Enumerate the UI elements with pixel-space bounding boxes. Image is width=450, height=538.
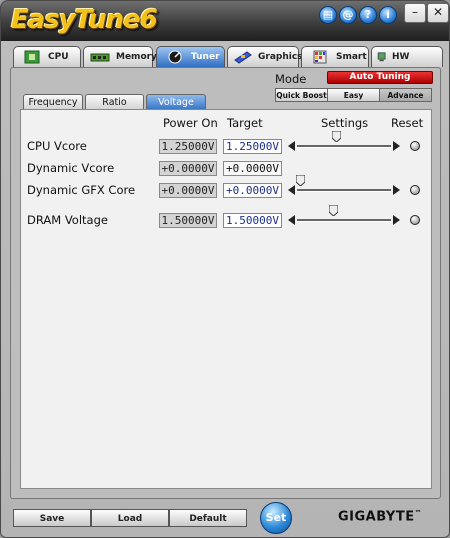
hw-monitor-icon bbox=[377, 52, 386, 62]
cpu-vcore-target-input[interactable]: 1.25000V bbox=[223, 139, 282, 154]
mode-easy-button[interactable]: Easy bbox=[327, 88, 380, 102]
tab-smart-label: Smart bbox=[336, 52, 367, 62]
dram-voltage-increase-arrow-icon[interactable] bbox=[393, 215, 400, 225]
cpu-vcore-slider-thumb[interactable] bbox=[331, 131, 341, 142]
document-icon[interactable]: ▤ bbox=[319, 6, 337, 24]
cpu-vcore-power-on-value: 1.25000V bbox=[159, 139, 217, 154]
graphics-card-icon bbox=[234, 51, 252, 64]
auto-tuning-button[interactable]: Auto Tuning bbox=[327, 71, 433, 84]
tab-tuner[interactable]: Tuner bbox=[156, 46, 225, 67]
cpu-vcore-increase-arrow-icon[interactable] bbox=[393, 141, 400, 151]
tab-memory[interactable]: Memory bbox=[83, 46, 157, 67]
cpu-chip-icon bbox=[24, 50, 40, 64]
minimize-button[interactable]: – bbox=[404, 3, 426, 23]
dynamic-gfx-core-target-input[interactable]: +0.0000V bbox=[223, 183, 282, 198]
column-power-on: Power On bbox=[163, 116, 218, 130]
trademark-mark: ™ bbox=[414, 509, 423, 517]
dram-voltage-target-input[interactable]: 1.50000V bbox=[223, 213, 282, 228]
subtab-frequency[interactable]: Frequency bbox=[23, 94, 83, 109]
tab-hw-monitor[interactable]: HW Monitor bbox=[371, 46, 443, 83]
tuner-gauge-icon bbox=[168, 50, 182, 64]
dynamic-gfx-core-power-on-value: +0.0000V bbox=[159, 183, 217, 198]
column-reset: Reset bbox=[391, 116, 424, 130]
dram-voltage-slider-thumb[interactable] bbox=[329, 205, 339, 216]
app-logo: EasyTune6 bbox=[11, 5, 158, 35]
cpu-vcore-slider-track[interactable] bbox=[297, 145, 391, 148]
cpu-vcore-decrease-arrow-icon[interactable] bbox=[288, 141, 295, 151]
close-button[interactable]: ✕ bbox=[427, 3, 449, 23]
memory-stick-icon bbox=[90, 53, 110, 62]
column-settings: Settings bbox=[321, 116, 369, 130]
load-button[interactable]: Load bbox=[91, 509, 169, 527]
dynamic-gfx-core-reset-button[interactable] bbox=[410, 185, 420, 195]
row-label-cpu-vcore: CPU Vcore bbox=[27, 139, 87, 153]
tab-graphics-label: Graphics bbox=[258, 52, 303, 62]
save-button[interactable]: Save bbox=[13, 509, 91, 527]
row-label-dram-voltage: DRAM Voltage bbox=[27, 213, 108, 227]
row-label-dynamic-vcore: Dynamic Vcore bbox=[27, 161, 115, 175]
dram-voltage-decrease-arrow-icon[interactable] bbox=[288, 215, 295, 225]
tab-cpu[interactable]: CPU bbox=[13, 46, 81, 67]
column-target: Target bbox=[227, 116, 263, 130]
mode-quick-boost-button[interactable]: Quick Boost bbox=[275, 88, 328, 102]
cpu-vcore-reset-button[interactable] bbox=[410, 141, 420, 151]
dynamic-gfx-core-slider-thumb[interactable] bbox=[296, 175, 306, 186]
tab-cpu-label: CPU bbox=[48, 52, 69, 62]
help-icon[interactable]: ? bbox=[359, 6, 377, 24]
tab-smart[interactable]: Smart bbox=[301, 46, 369, 67]
dynamic-gfx-core-decrease-arrow-icon[interactable] bbox=[288, 185, 295, 195]
set-button[interactable]: Set bbox=[260, 502, 292, 534]
dynamic-gfx-core-slider-track[interactable] bbox=[297, 189, 391, 192]
tab-graphics[interactable]: Graphics bbox=[227, 46, 303, 67]
app-window: EasyTune6 ▤ @ ? i – ✕ CPU Memory Tuner G… bbox=[0, 0, 450, 538]
gigabyte-logo: GIGABYTE™ bbox=[338, 509, 422, 524]
subtab-ratio[interactable]: Ratio bbox=[85, 94, 144, 109]
row-label-dynamic-gfx-core: Dynamic GFX Core bbox=[27, 183, 136, 197]
default-button[interactable]: Default bbox=[169, 509, 247, 527]
mode-advance-button[interactable]: Advance bbox=[379, 88, 432, 102]
mode-label: Mode bbox=[275, 72, 307, 86]
dynamic-gfx-core-increase-arrow-icon[interactable] bbox=[393, 185, 400, 195]
info-icon[interactable]: i bbox=[379, 6, 397, 24]
dram-voltage-slider-track[interactable] bbox=[297, 219, 391, 222]
smart-cube-icon bbox=[313, 50, 327, 64]
at-icon[interactable]: @ bbox=[339, 6, 357, 24]
tab-memory-label: Memory bbox=[116, 52, 157, 62]
dram-voltage-power-on-value: 1.50000V bbox=[159, 213, 217, 228]
dynamic-vcore-power-on-value: +0.0000V bbox=[159, 161, 217, 176]
dynamic-vcore-target-value: +0.0000V bbox=[223, 161, 282, 176]
tab-tuner-label: Tuner bbox=[191, 52, 220, 62]
brand-name: GIGABYTE bbox=[338, 509, 415, 525]
subtab-voltage[interactable]: Voltage bbox=[146, 94, 206, 109]
dram-voltage-reset-button[interactable] bbox=[410, 215, 420, 225]
